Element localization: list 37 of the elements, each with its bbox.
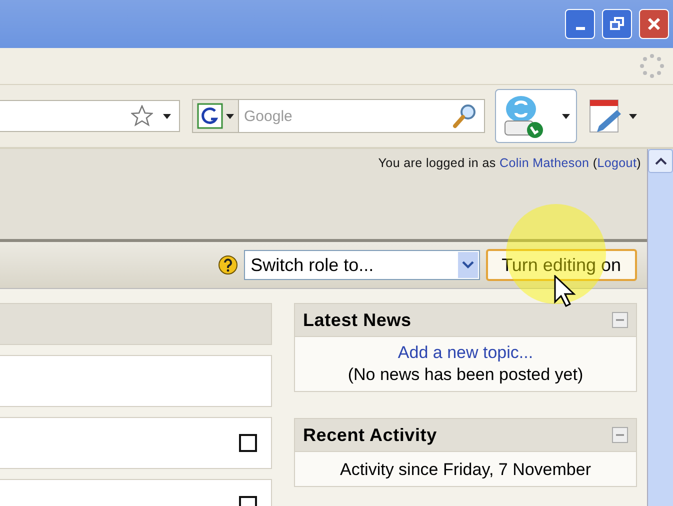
search-engine-button[interactable] <box>192 99 239 133</box>
scroll-up-button[interactable] <box>648 149 673 173</box>
caret-icon[interactable] <box>629 114 637 118</box>
add-topic-link[interactable]: Add a new topic... <box>398 343 534 363</box>
chevron-up-icon <box>654 157 666 165</box>
g-logo-icon <box>197 103 223 129</box>
scrollbar[interactable] <box>647 149 673 506</box>
search-field[interactable]: Google <box>239 99 485 133</box>
restore-icon <box>610 17 624 31</box>
chevron-down-icon <box>462 261 474 269</box>
skype-button[interactable] <box>495 89 577 143</box>
block-text: Activity since Friday, 7 November <box>340 460 591 480</box>
login-info: You are logged in as Colin Matheson (Logout) <box>378 156 641 172</box>
checkbox[interactable] <box>239 434 257 452</box>
user-link[interactable]: Colin Matheson <box>499 156 590 170</box>
star-icon[interactable] <box>131 105 153 127</box>
collapse-icon[interactable] <box>612 312 628 328</box>
restore-button[interactable] <box>602 9 632 39</box>
phone-dialer-icon <box>502 93 544 139</box>
logout-link[interactable]: Logout <box>597 156 637 170</box>
collapse-icon[interactable] <box>612 427 628 443</box>
close-icon <box>647 17 661 31</box>
search-icon[interactable] <box>452 103 478 129</box>
block-title: Latest News <box>303 310 412 330</box>
block-text: (No news has been posted yet) <box>348 365 584 385</box>
minimize-button[interactable] <box>565 9 595 39</box>
caret-icon <box>226 114 234 118</box>
mouse-pointer-icon <box>554 275 576 307</box>
role-select[interactable]: Switch role to... <box>244 250 480 280</box>
search-input[interactable]: Google <box>239 106 452 126</box>
close-button[interactable] <box>639 9 669 39</box>
block-title: Recent Activity <box>303 424 437 446</box>
caret-icon[interactable] <box>163 114 171 118</box>
caret-icon[interactable] <box>562 114 570 118</box>
help-icon[interactable] <box>218 255 238 275</box>
loading-spinner-icon <box>639 53 665 79</box>
minimize-icon <box>576 26 584 30</box>
